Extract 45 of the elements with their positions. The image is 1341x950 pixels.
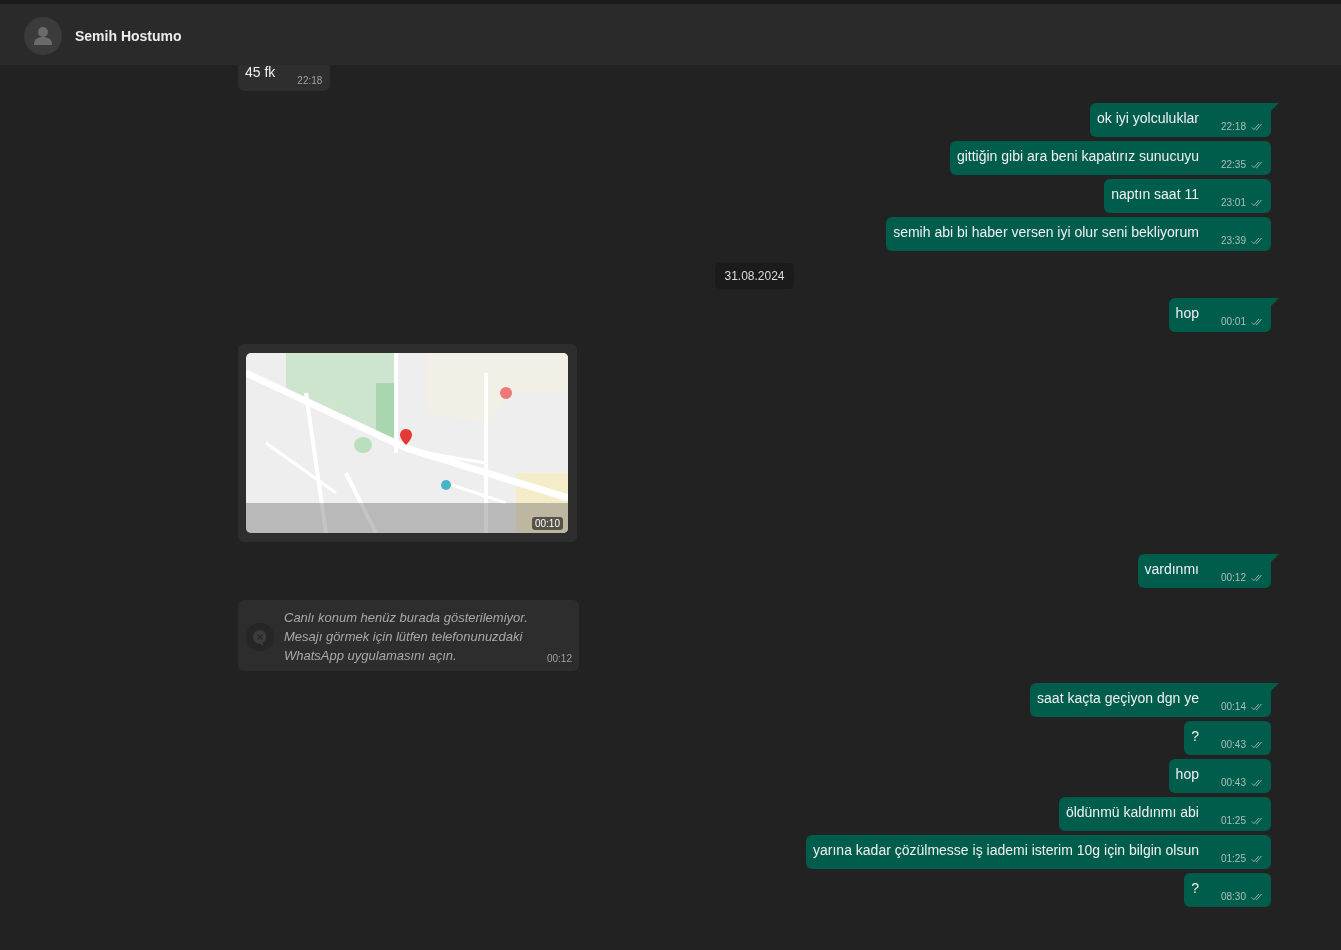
message-text: vardınmı [1144, 560, 1199, 579]
double-check-icon [1251, 574, 1263, 582]
message-text: ? [1191, 879, 1199, 898]
message-time: 22:18 [297, 75, 323, 87]
message-text: naptın saat 11 [1111, 185, 1199, 204]
message-text: hop [1175, 765, 1199, 784]
location-message[interactable]: 00:10 [238, 344, 577, 542]
message-text: semih abi bi haber versen iyi olur seni bekliyorum [893, 223, 1199, 242]
contact-name[interactable]: Semih Hostumo [75, 28, 182, 44]
message-time: 00:43 [1220, 739, 1246, 751]
double-check-icon [1251, 318, 1263, 326]
date-chip: 31.08.2024 [715, 263, 794, 289]
message-time: 23:01 [1220, 197, 1246, 209]
double-check-icon [1251, 817, 1263, 825]
message-time: 23:39 [1220, 235, 1246, 247]
double-check-icon [1251, 779, 1263, 787]
message-time: 00:12 [1220, 572, 1246, 584]
message-text: gittiğin gibi ara beni kapatırız sunucuyu [956, 147, 1199, 166]
message-text: yarına kadar çözülmesse iş iademi isterim 10g için bilgin olsun [813, 841, 1199, 860]
message-time: 22:35 [1220, 159, 1246, 171]
double-check-icon [1251, 161, 1263, 169]
message-time: 01:25 [1220, 853, 1246, 865]
double-check-icon [1251, 123, 1263, 131]
double-check-icon [1251, 741, 1263, 749]
message-text: saat kaçta geçiyon dgn ye [1037, 689, 1199, 708]
message-text: öldünmü kaldınmı abi [1065, 803, 1199, 822]
message-time: 00:14 [1220, 701, 1246, 713]
double-check-icon [1251, 199, 1263, 207]
notice-text: Canlı konum henüz burada gösterilemiyor. Mesajı görmek için lütfen telefonunuzdaki WhatsApp uygulamasını açın. [284, 609, 529, 665]
message-text: hop [1175, 304, 1199, 323]
double-check-icon [1251, 703, 1263, 711]
avatar-icon[interactable] [24, 17, 62, 55]
message-time: 00:01 [1220, 316, 1246, 328]
message-time: 01:25 [1220, 815, 1246, 827]
message-text: ? [1191, 727, 1199, 746]
message-text: ok iyi yolculuklar [1097, 109, 1199, 128]
message-text: 45 fk [245, 65, 276, 82]
message-time: 08:30 [1220, 891, 1246, 903]
message-time: 00:43 [1220, 777, 1246, 789]
double-check-icon [1251, 237, 1263, 245]
message-time: 00:10 [531, 517, 563, 530]
message-time: 22:18 [1220, 121, 1246, 133]
double-check-icon [1251, 893, 1263, 901]
double-check-icon [1251, 855, 1263, 863]
message-time: 00:12 [546, 653, 572, 665]
